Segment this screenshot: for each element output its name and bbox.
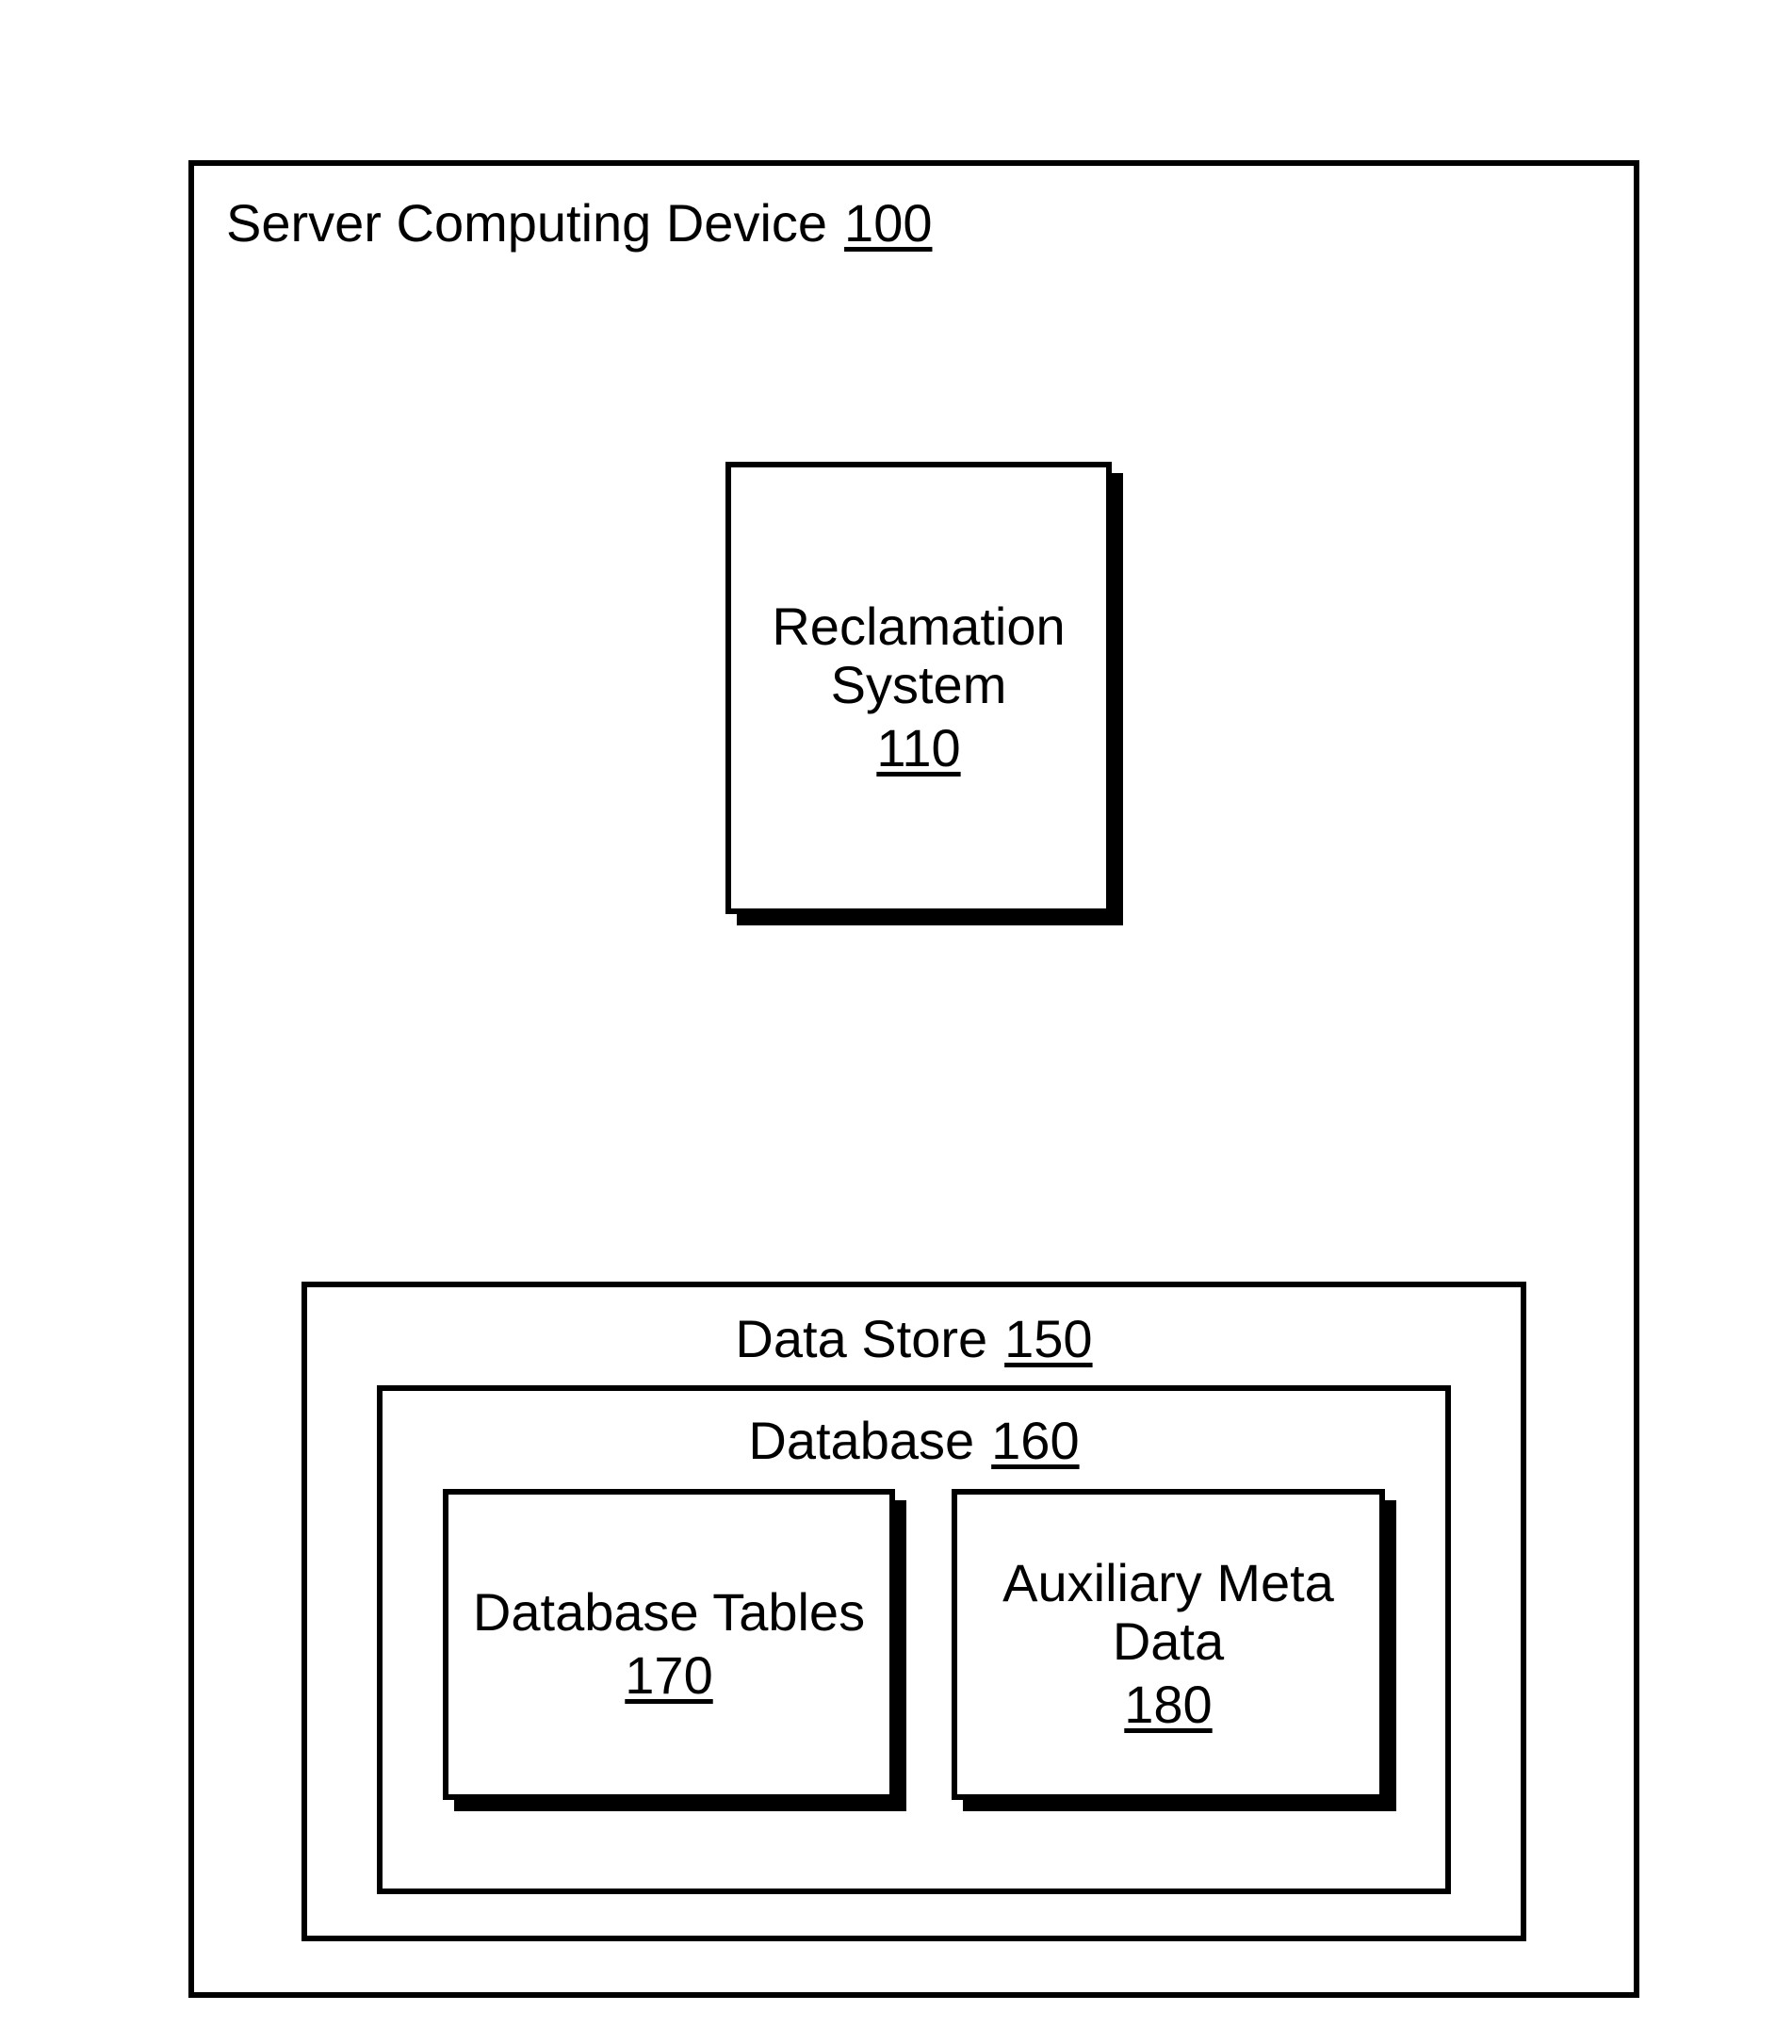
reclamation-system-box: Reclamation System 110 xyxy=(725,462,1112,914)
reclamation-system-ref: 110 xyxy=(772,717,1065,778)
reclamation-system-label-line2: System xyxy=(772,656,1065,714)
auxiliary-meta-data-label-line2: Data xyxy=(1002,1612,1334,1671)
auxiliary-meta-data-ref: 180 xyxy=(1002,1674,1334,1735)
database-tables-box: Database Tables 170 xyxy=(443,1489,895,1800)
server-computing-device-label: Server Computing Device xyxy=(226,193,827,253)
database-tables-label: Database Tables xyxy=(473,1583,865,1642)
database-label: Database xyxy=(748,1411,974,1471)
data-store-label: Data Store xyxy=(735,1309,987,1369)
database-ref: 160 xyxy=(991,1410,1079,1471)
server-computing-device-ref: 100 xyxy=(844,192,932,253)
diagram-canvas: Server Computing Device 100 Reclamation … xyxy=(0,0,1792,2044)
data-store-ref: 150 xyxy=(1004,1308,1092,1369)
reclamation-system-label-line1: Reclamation xyxy=(772,597,1065,656)
auxiliary-meta-data-label-line1: Auxiliary Meta xyxy=(1002,1554,1334,1612)
database-tables-ref: 170 xyxy=(473,1644,865,1706)
auxiliary-meta-data-box: Auxiliary Meta Data 180 xyxy=(952,1489,1385,1800)
